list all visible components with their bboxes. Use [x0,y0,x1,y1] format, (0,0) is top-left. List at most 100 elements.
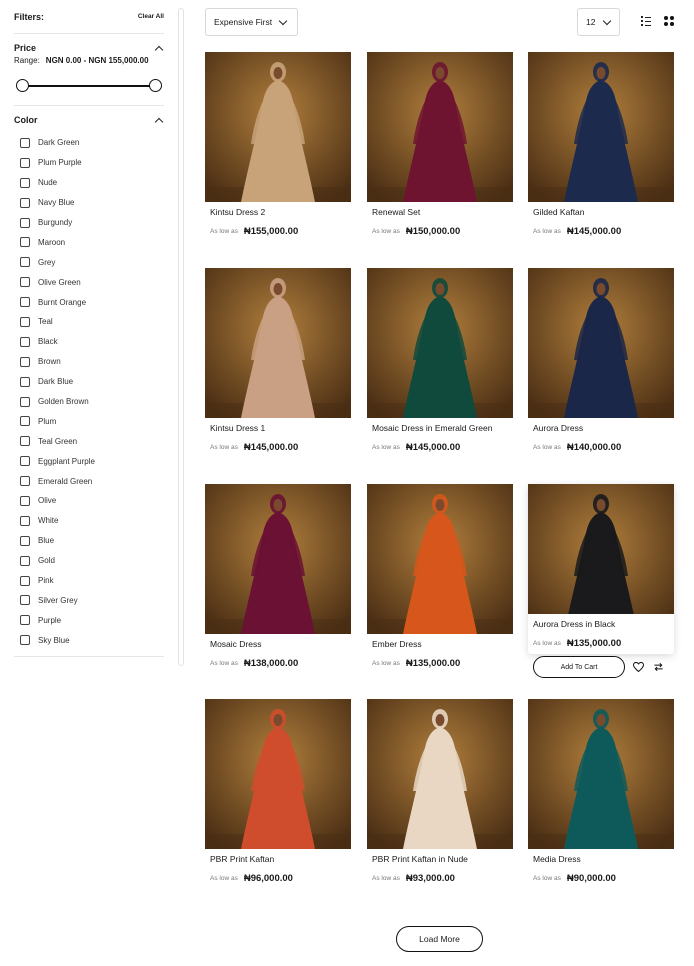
color-option[interactable]: Purple [14,610,164,630]
color-checkbox[interactable] [20,615,30,626]
color-checkbox[interactable] [20,476,30,487]
product-card[interactable]: Aurora Dress As low as ₦140,000.00 [528,268,674,453]
color-option[interactable]: Gold [14,551,164,571]
product-card[interactable]: Ember Dress As low as ₦135,000.00 [367,484,513,669]
color-checkbox[interactable] [20,137,30,148]
color-checkbox[interactable] [20,336,30,347]
product-image[interactable] [205,484,351,634]
color-option[interactable]: Olive Green [14,272,164,292]
slider-track[interactable] [22,85,156,87]
product-card[interactable]: PBR Print Kaftan As low as ₦96,000.00 [205,699,351,884]
color-option[interactable]: Sky Blue [14,630,164,650]
color-filter-header[interactable]: Color [14,109,164,131]
product-name[interactable]: Media Dress [533,854,674,866]
product-image[interactable] [205,52,351,202]
color-option[interactable]: Plum [14,411,164,431]
product-name[interactable]: Kintsu Dress 1 [210,423,351,435]
color-checkbox[interactable] [20,316,30,327]
color-checkbox[interactable] [20,257,30,268]
color-option[interactable]: Black [14,332,164,352]
list-view-icon[interactable] [641,16,651,26]
color-option[interactable]: White [14,511,164,531]
product-card[interactable]: Kintsu Dress 1 As low as ₦145,000.00 [205,268,351,453]
product-card[interactable]: Aurora Dress in Black As low as ₦135,000.0… [528,484,674,678]
product-card[interactable]: Gilded Kaftan As low as ₦145,000.00 [528,52,674,237]
chevron-up-icon[interactable] [154,115,164,125]
product-name[interactable]: Gilded Kaftan [533,207,674,219]
per-page-select[interactable]: 12 [577,8,620,36]
color-option[interactable]: Teal Green [14,431,164,451]
color-option[interactable]: Silver Grey [14,590,164,610]
color-option[interactable]: Navy Blue [14,193,164,213]
color-checkbox[interactable] [20,396,30,407]
product-image[interactable] [367,699,513,849]
product-card[interactable]: Renewal Set As low as ₦150,000.00 [367,52,513,237]
color-option[interactable]: Eggplant Purple [14,451,164,471]
color-option[interactable]: Maroon [14,232,164,252]
color-checkbox[interactable] [20,197,30,208]
color-checkbox[interactable] [20,535,30,546]
product-image[interactable] [528,699,674,849]
color-checkbox[interactable] [20,456,30,467]
slider-max-handle[interactable] [149,79,162,92]
color-checkbox[interactable] [20,436,30,447]
product-name[interactable]: Kintsu Dress 2 [210,207,351,219]
grid-view-icon[interactable] [664,16,674,26]
color-checkbox[interactable] [20,217,30,228]
product-image[interactable] [367,484,513,634]
color-checkbox[interactable] [20,297,30,308]
color-checkbox[interactable] [20,595,30,606]
product-image[interactable] [367,268,513,418]
color-checkbox[interactable] [20,555,30,566]
clear-all-button[interactable]: Clear All [138,13,164,20]
add-to-cart-button[interactable]: Add To Cart [533,656,625,678]
color-option[interactable]: Emerald Green [14,471,164,491]
color-checkbox[interactable] [20,575,30,586]
color-checkbox[interactable] [20,376,30,387]
product-card[interactable]: Kintsu Dress 2 As low as ₦155,000.00 [205,52,351,237]
color-checkbox[interactable] [20,356,30,367]
color-option[interactable]: Dark Green [14,133,164,153]
product-name[interactable]: Aurora Dress [533,423,674,435]
color-checkbox[interactable] [20,416,30,427]
color-checkbox[interactable] [20,515,30,526]
heart-icon[interactable] [631,660,645,674]
product-image[interactable] [528,268,674,418]
product-image[interactable] [205,268,351,418]
product-name[interactable]: Aurora Dress in Black [533,619,674,631]
color-option[interactable]: Burgundy [14,213,164,233]
color-option[interactable]: Golden Brown [14,392,164,412]
product-name[interactable]: Mosaic Dress in Emerald Green [372,423,513,435]
compare-icon[interactable] [651,660,665,674]
color-checkbox[interactable] [20,237,30,248]
product-card[interactable]: PBR Print Kaftan in Nude As low as ₦93,000… [367,699,513,884]
product-image[interactable] [367,52,513,202]
product-name[interactable]: Ember Dress [372,639,513,651]
product-name[interactable]: Renewal Set [372,207,513,219]
color-option[interactable]: Plum Purple [14,153,164,173]
color-option[interactable]: Burnt Orange [14,292,164,312]
product-card[interactable]: Media Dress As low as ₦90,000.00 [528,699,674,884]
color-option[interactable]: Grey [14,252,164,272]
color-checkbox[interactable] [20,277,30,288]
color-checkbox[interactable] [20,177,30,188]
color-checkbox[interactable] [20,635,30,646]
color-checkbox[interactable] [20,157,30,168]
color-option[interactable]: Brown [14,352,164,372]
product-name[interactable]: PBR Print Kaftan in Nude [372,854,513,866]
product-name[interactable]: PBR Print Kaftan [210,854,351,866]
color-option[interactable]: Pink [14,571,164,591]
slider-min-handle[interactable] [16,79,29,92]
product-card[interactable]: Mosaic Dress As low as ₦138,000.00 [205,484,351,669]
sort-select[interactable]: Expensive First [205,8,298,36]
product-image[interactable] [528,484,674,614]
load-more-button[interactable]: Load More [396,926,483,952]
product-card[interactable]: Mosaic Dress in Emerald Green As low as ₦1… [367,268,513,453]
product-image[interactable] [528,52,674,202]
product-name[interactable]: Mosaic Dress [210,639,351,651]
price-slider[interactable] [14,65,164,105]
color-option[interactable]: Dark Blue [14,372,164,392]
color-option[interactable]: Teal [14,312,164,332]
color-option[interactable]: Nude [14,173,164,193]
color-checkbox[interactable] [20,495,30,506]
